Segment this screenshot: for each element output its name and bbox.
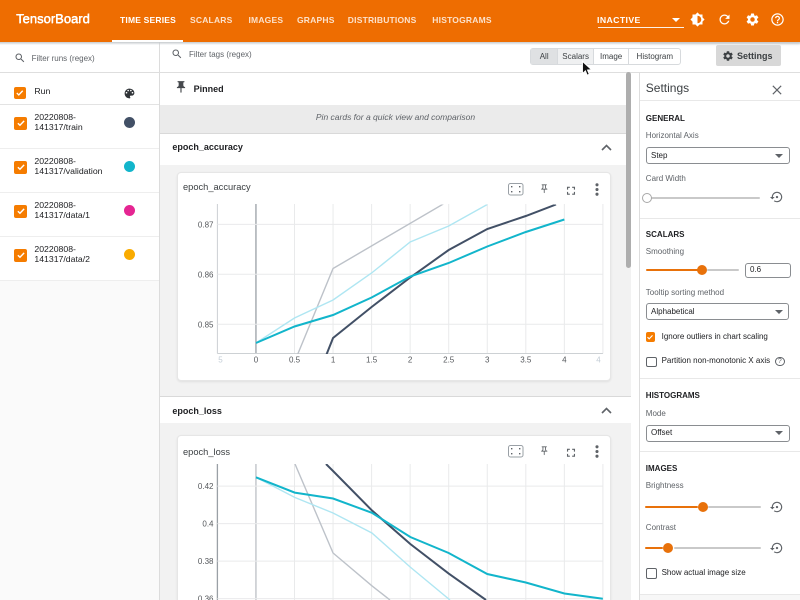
svg-text:0.85: 0.85 [198, 320, 214, 329]
svg-text:5: 5 [218, 356, 223, 365]
svg-text:0.87: 0.87 [198, 221, 214, 230]
svg-text:0.5: 0.5 [289, 356, 301, 365]
svg-text:0: 0 [254, 356, 259, 365]
svg-text:0.42: 0.42 [198, 482, 214, 491]
svg-text:2.5: 2.5 [443, 356, 455, 365]
svg-text:0.86: 0.86 [198, 270, 214, 279]
svg-text:3: 3 [485, 356, 490, 365]
svg-text:3.5: 3.5 [520, 356, 532, 365]
svg-text:0.38: 0.38 [198, 557, 214, 566]
svg-text:0.4: 0.4 [202, 520, 214, 529]
svg-text:1: 1 [331, 356, 336, 365]
svg-text:2: 2 [408, 356, 413, 365]
svg-text:1.5: 1.5 [366, 356, 378, 365]
svg-text:4: 4 [596, 356, 601, 365]
svg-text:4: 4 [562, 356, 567, 365]
svg-text:0.36: 0.36 [198, 595, 214, 600]
